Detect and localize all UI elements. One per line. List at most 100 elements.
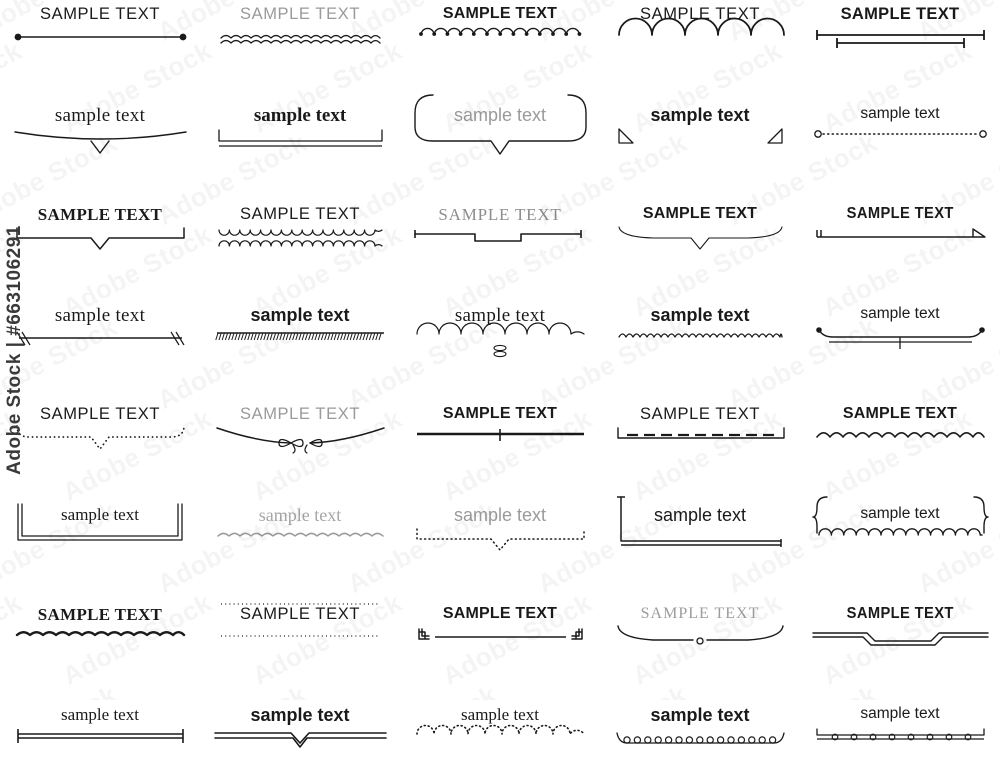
ornament-bead-rule-icon: [813, 725, 988, 759]
ornament-dashed-bracket-icon: [613, 426, 788, 460]
divider-label: sample text: [860, 705, 940, 722]
ornament-thick-wave-icon: [13, 626, 188, 660]
ornament-hatch-rule-icon: [213, 327, 388, 361]
ornament-double-ruler-icon: [813, 26, 988, 60]
divider-cell-r4c3[interactable]: sample text: [400, 300, 600, 400]
divider-label: SAMPLE TEXT: [40, 405, 160, 423]
divider-label: sample text: [454, 305, 546, 326]
divider-cell-r8c1[interactable]: sample text: [0, 700, 200, 761]
divider-label: SAMPLE TEXT: [842, 405, 958, 422]
ornament-loop-chain-icon: [613, 727, 788, 761]
divider-label: SAMPLE TEXT: [442, 405, 558, 422]
ornament-scallop-dots-icon: [413, 25, 588, 59]
ornament-ribbon-bow-icon: [213, 426, 388, 460]
divider-label: SAMPLE TEXT: [438, 205, 562, 224]
ornament-dot-ends-tick-icon: [813, 325, 988, 359]
divider-cell-r7c3[interactable]: SAMPLE TEXT: [400, 600, 600, 700]
ornament-bracket-vnotch-icon: [13, 226, 188, 260]
divider-cell-r5c2[interactable]: SAMPLE TEXT: [200, 400, 400, 500]
divider-label: SAMPLE TEXT: [840, 5, 960, 23]
ornament-dotted-brace-icon: [13, 424, 188, 460]
divider-label: sample text: [860, 505, 940, 522]
ornament-wave-peaks-icon: [813, 425, 988, 459]
divider-cell-r6c5[interactable]: sample text: [800, 495, 1000, 600]
ornament-bracket-rule-icon: [213, 128, 388, 162]
divider-label: SAMPLE TEXT: [240, 405, 360, 423]
divider-cell-r4c2[interactable]: sample text: [200, 300, 400, 400]
ornament-thick-rule-tick-icon: [413, 425, 588, 459]
ornament-speech-bubble-icon: [413, 94, 588, 161]
divider-label: sample text: [250, 305, 350, 325]
divider-cell-r3c2[interactable]: SAMPLE TEXT: [200, 200, 400, 300]
ornament-dotted-vnotch-icon: [413, 527, 588, 561]
divider-cell-r5c4[interactable]: SAMPLE TEXT: [600, 400, 800, 500]
divider-label: sample text: [250, 705, 350, 725]
divider-label: SAMPLE TEXT: [846, 605, 954, 622]
divider-cell-r8c3[interactable]: sample text: [400, 700, 600, 761]
divider-cell-r2c4[interactable]: sample text: [600, 100, 800, 200]
ornament-fine-zigzag-icon: [613, 327, 788, 361]
divider-cell-r1c5[interactable]: SAMPLE TEXT: [800, 0, 1000, 100]
ornament-stepped-double-icon: [811, 625, 989, 659]
divider-label: SAMPLE TEXT: [240, 205, 360, 223]
ornament-l-frame-double-icon: [613, 496, 788, 561]
divider-label: sample text: [453, 105, 547, 125]
ornament-double-scallop-frame-icon: [213, 226, 388, 260]
divider-cell-r7c4[interactable]: SAMPLE TEXT: [600, 600, 800, 700]
ornament-tall-brackets-icon: [13, 503, 188, 560]
divider-cell-r8c4[interactable]: sample text: [600, 700, 800, 761]
ornament-brace-dot-icon: [613, 625, 788, 659]
divider-cell-r1c3[interactable]: SAMPLE TEXT: [400, 0, 600, 100]
divider-cell-r2c1[interactable]: sample text: [0, 100, 200, 200]
divider-cell-r6c3[interactable]: sample text: [400, 500, 600, 600]
divider-label: sample text: [54, 305, 146, 326]
divider-cell-r8c5[interactable]: sample text: [800, 700, 1000, 761]
divider-cell-r5c1[interactable]: SAMPLE TEXT: [0, 400, 200, 500]
divider-label: SAMPLE TEXT: [37, 205, 163, 224]
divider-label: sample text: [61, 505, 139, 524]
divider-cell-r1c1[interactable]: SAMPLE TEXT: [0, 0, 200, 100]
divider-cell-r1c4[interactable]: SAMPLE TEXT: [600, 0, 800, 100]
divider-cell-r5c3[interactable]: SAMPLE TEXT: [400, 400, 600, 500]
divider-cell-r3c4[interactable]: SAMPLE TEXT: [600, 200, 800, 300]
divider-label: sample text: [253, 105, 347, 126]
divider-cell-r3c1[interactable]: SAMPLE TEXT: [0, 200, 200, 300]
divider-cell-r7c5[interactable]: SAMPLE TEXT: [800, 600, 1000, 700]
divider-cell-r1c2[interactable]: SAMPLE TEXT: [200, 0, 400, 100]
ornament-curve-notch-icon: [13, 128, 188, 162]
ornament-double-rule-caps-icon: [13, 726, 188, 760]
divider-cell-r3c5[interactable]: SAMPLE TEXT: [800, 200, 1000, 300]
ornament-brace-thin-icon: [613, 225, 788, 259]
divider-cell-r6c1[interactable]: sample text: [0, 500, 200, 600]
divider-label: sample text: [650, 305, 750, 325]
ornament-line-with-dots-icon: [13, 26, 188, 60]
divider-label: sample text: [650, 105, 750, 125]
divider-cell-r4c1[interactable]: sample text: [0, 300, 200, 400]
divider-cell-r5c5[interactable]: SAMPLE TEXT: [800, 400, 1000, 500]
divider-label: sample text: [650, 705, 750, 725]
ornament-double-rule-notch-icon: [213, 727, 388, 761]
divider-cell-r6c2[interactable]: sample text: [200, 500, 400, 600]
divider-cell-r2c3[interactable]: sample text: [400, 94, 600, 200]
divider-cell-r2c5[interactable]: sample text: [800, 100, 1000, 200]
ornament-pixel-corners-icon: [413, 625, 588, 659]
divider-cell-r3c3[interactable]: SAMPLE TEXT: [400, 200, 600, 300]
divider-label: SAMPLE TEXT: [642, 205, 758, 222]
divider-label: SAMPLE TEXT: [442, 605, 558, 622]
divider-label: sample text: [453, 505, 547, 525]
divider-cell-r8c2[interactable]: sample text: [200, 700, 400, 761]
divider-cell-r7c1[interactable]: SAMPLE TEXT: [0, 600, 200, 700]
divider-cell-r6c4[interactable]: sample text: [600, 496, 800, 600]
divider-cell-r4c4[interactable]: sample text: [600, 300, 800, 400]
divider-label: sample text: [860, 105, 940, 122]
ornament-corner-triangles-icon: [613, 127, 788, 161]
divider-label: sample text: [860, 305, 940, 322]
divider-label: SAMPLE TEXT: [640, 405, 760, 423]
divider-label: SAMPLE TEXT: [846, 205, 954, 222]
divider-cell-r7c2[interactable]: SAMPLE TEXT: [200, 600, 400, 700]
divider-cell-r2c2[interactable]: sample text: [200, 100, 400, 200]
divider-cell-r4c5[interactable]: sample text: [800, 300, 1000, 400]
ornament-scallop-ovals-icon: [413, 322, 588, 362]
divider-label: sample text: [61, 705, 139, 724]
divider-label: SAMPLE TEXT: [37, 605, 163, 624]
